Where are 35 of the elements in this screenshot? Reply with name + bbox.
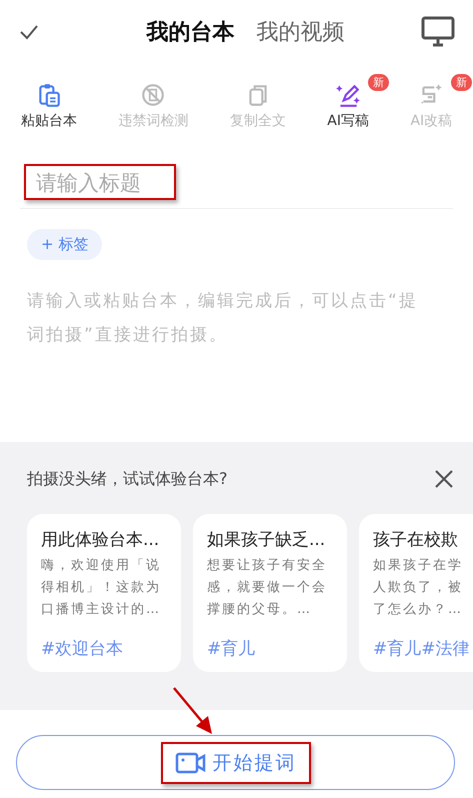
toolbar-button[interactable]: AI写稿 [327,82,369,130]
start-button[interactable]: 开始提词 [16,735,455,790]
annotation-arrow [172,686,214,736]
write-icon [335,82,362,108]
sample-card[interactable]: 用此体验台本... 嗨，欢迎使用「说 得相机」！这款为 口播博主设计的… #欢迎台本 [27,514,181,672]
card-excerpt: 想要让孩子有安全 [207,557,328,575]
card-title: 孩子在校欺 [373,529,459,551]
card-title: 如果孩子缺乏... [207,529,326,551]
monitor-icon[interactable] [421,16,455,48]
card-excerpt: 得相机」！这款为 [41,579,162,597]
panel-heading: 拍摄没头绪，试试体验台本? [27,468,228,490]
card-excerpt: 如果孩子在学 [373,557,464,575]
title-field[interactable]: 请输入标题 [34,170,163,196]
card-excerpt: 口播博主设计的… [41,601,162,619]
card-tags: #育儿#法律 [373,637,473,660]
script-field[interactable]: 请输入或粘贴台本，编辑完成后，可以点击“提词拍摄”直接进行拍摄。 [27,284,432,354]
card-tags: #欢迎台本 [41,637,181,660]
card-title: 用此体验台本... [41,529,160,551]
sample-card[interactable]: 如果孩子缺乏... 想要让孩子有安全 感，就要做一个会 撑腰的父母。… #育儿 [193,514,347,672]
card-excerpt: 嗨，欢迎使用「说 [41,557,162,575]
sample-card[interactable]: 孩子在校欺 如果孩子在学 人欺负了，被 了怎么办？… #育儿#法律 [359,514,473,672]
video-camera-icon [174,752,206,774]
button-label: 开始提词 [212,750,296,776]
card-excerpt: 感，就要做一个会 [207,579,328,597]
new-badge: 新 [451,74,472,91]
ban-icon [140,82,166,108]
close-icon[interactable] [433,468,455,490]
card-excerpt: 了怎么办？… [373,601,464,619]
tab[interactable]: 我的台本 [146,17,234,47]
card-excerpt: 人欺负了，被 [373,579,464,597]
card-excerpt: 撑腰的父母。… [207,601,313,619]
toolbar-button[interactable]: 粘贴台本 [20,82,77,130]
card-tags: #育儿 [207,637,347,660]
new-badge: 新 [368,74,389,91]
tab[interactable]: 我的视频 [256,17,344,47]
